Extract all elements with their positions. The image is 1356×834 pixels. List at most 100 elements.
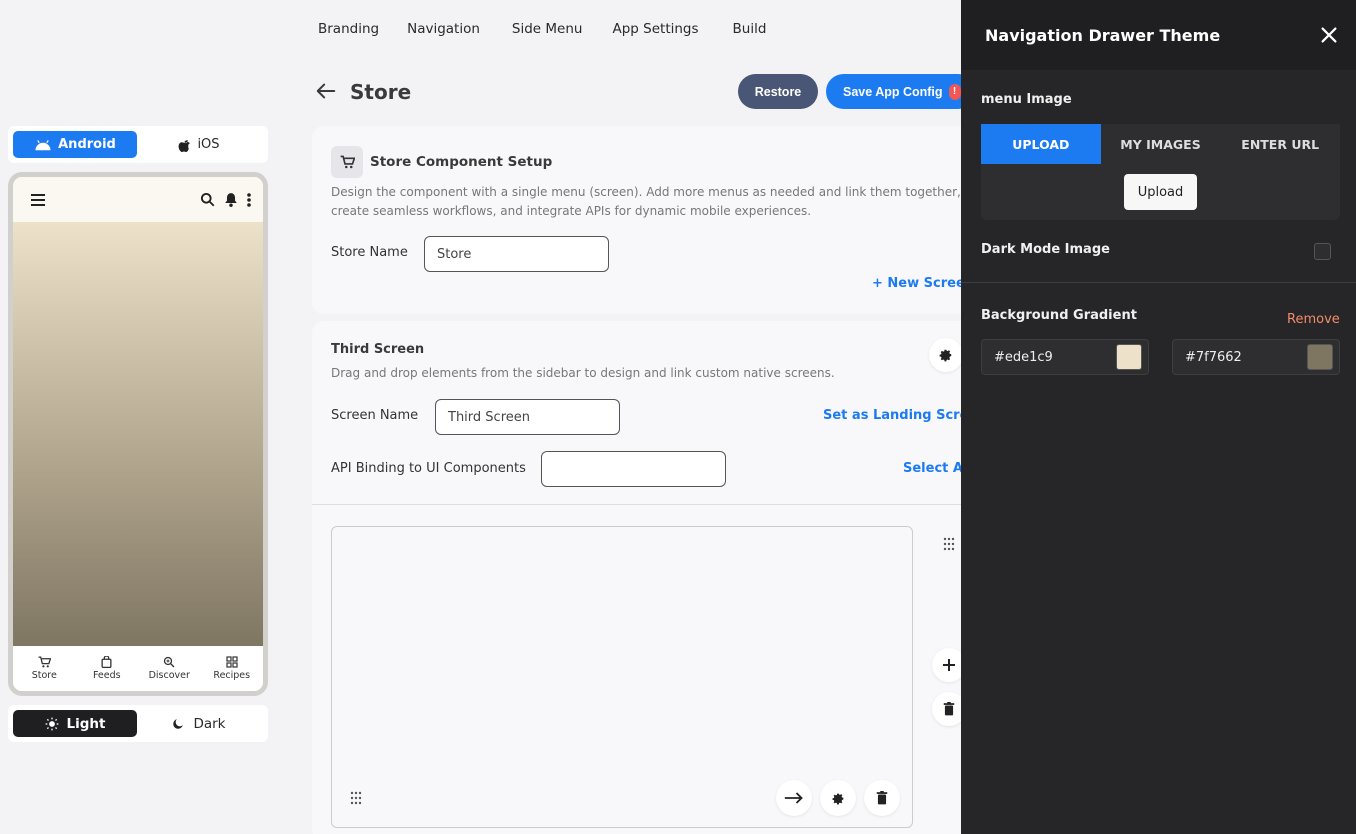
gear-icon	[939, 349, 952, 362]
color-start-value: #ede1c9	[994, 349, 1053, 365]
store-card-desc-1: Design the component with a single menu …	[331, 185, 961, 199]
sun-icon	[45, 717, 58, 730]
third-screen-card: Third Screen Drag and drop elements from…	[312, 321, 992, 834]
link-screen-button[interactable]	[776, 780, 812, 816]
drawer-header: Navigation Drawer Theme	[961, 0, 1356, 70]
page-title: Store	[350, 80, 412, 104]
background-gradient-label: Background Gradient	[981, 308, 1137, 323]
light-mode-button[interactable]: Light	[13, 710, 137, 737]
dark-label: Dark	[193, 715, 226, 732]
android-icon	[35, 139, 51, 150]
api-binding-label: API Binding to UI Components	[331, 461, 526, 476]
ios-label: iOS	[197, 137, 220, 152]
ios-button[interactable]: iOS	[137, 131, 261, 158]
arrow-right-icon	[784, 792, 803, 804]
zoom-icon	[164, 656, 175, 668]
phone-tab-label: Recipes	[213, 670, 251, 681]
nav-navigation[interactable]: Navigation	[407, 21, 480, 37]
save-label: Save App Config	[843, 84, 943, 99]
store-name-label: Store Name	[331, 245, 408, 260]
phone-tab-feeds[interactable]: Feeds	[76, 646, 139, 691]
drag-handle-icon[interactable]	[943, 537, 955, 551]
gradient-color-end-input[interactable]: #7f7662	[1172, 339, 1340, 375]
menu-image-label: menu Image	[981, 92, 1072, 107]
store-card-title: Store Component Setup	[370, 154, 553, 170]
trash-icon	[943, 702, 955, 716]
upload-area: Upload	[981, 164, 1340, 220]
trash-icon	[876, 791, 888, 805]
screen-name-label: Screen Name	[331, 408, 419, 423]
android-button[interactable]: Android	[13, 131, 137, 158]
phone-bottom-tabs: Store Feeds Discover Recipes	[13, 646, 263, 691]
api-binding-input[interactable]	[541, 451, 726, 487]
card-divider	[312, 504, 992, 505]
image-source-tabs: UPLOAD MY IMAGES ENTER URL	[981, 124, 1341, 164]
more-vertical-icon[interactable]	[247, 192, 251, 207]
dark-mode-image-checkbox[interactable]	[1314, 243, 1331, 260]
phone-tab-label: Discover	[148, 670, 190, 681]
color-end-value: #7f7662	[1185, 349, 1242, 365]
search-icon[interactable]	[200, 192, 215, 207]
platform-toggle: Android iOS	[8, 126, 268, 163]
apple-icon	[179, 139, 191, 152]
screen-name-input[interactable]: Third Screen	[435, 399, 620, 435]
nav-side-menu[interactable]: Side Menu	[512, 21, 583, 37]
screen-design-canvas[interactable]	[331, 526, 913, 828]
phone-tab-label: Store	[31, 670, 57, 681]
store-card-desc-2: create seamless workflows, and integrate…	[331, 204, 812, 218]
back-arrow-icon[interactable]	[315, 80, 337, 102]
new-screen-link[interactable]: + New Scree	[872, 276, 965, 291]
tab-enter-url[interactable]: ENTER URL	[1220, 124, 1341, 164]
moon-icon	[173, 719, 184, 729]
upload-button[interactable]: Upload	[1124, 174, 1197, 210]
restore-button[interactable]: Restore	[738, 74, 818, 109]
cart-icon	[38, 656, 51, 668]
drag-handle-icon[interactable]	[350, 791, 362, 805]
color-start-swatch[interactable]	[1116, 344, 1142, 370]
screen-card-desc: Drag and drop elements from the sidebar …	[331, 366, 835, 380]
remove-gradient-link[interactable]: Remove	[1287, 312, 1340, 327]
store-icon-box	[331, 146, 363, 178]
tab-upload[interactable]: UPLOAD	[981, 124, 1101, 164]
phone-screen-gradient	[13, 222, 263, 646]
plus-icon	[943, 659, 955, 671]
phone-tab-discover[interactable]: Discover	[138, 646, 201, 691]
dark-mode-image-label: Dark Mode Image	[981, 242, 1110, 257]
select-api-link[interactable]: Select AI	[903, 461, 968, 476]
drawer-title: Navigation Drawer Theme	[985, 25, 1221, 45]
nav-build[interactable]: Build	[733, 21, 767, 37]
nav-app-settings[interactable]: App Settings	[612, 21, 698, 37]
light-label: Light	[66, 715, 106, 732]
phone-preview: Store Feeds Discover Recipes	[8, 172, 268, 696]
dark-mode-button[interactable]: Dark	[137, 710, 261, 737]
store-component-card: Store Component Setup Design the compone…	[312, 126, 992, 314]
navigation-drawer-theme-panel: Navigation Drawer Theme menu Image UPLOA…	[961, 0, 1356, 834]
screen-settings-button[interactable]	[929, 338, 963, 372]
grid-icon	[226, 656, 238, 668]
color-end-swatch[interactable]	[1307, 344, 1333, 370]
phone-tab-label: Feeds	[92, 670, 121, 681]
bell-icon[interactable]	[224, 192, 238, 207]
store-name-input[interactable]: Store	[424, 236, 609, 272]
drawer-divider	[961, 282, 1356, 283]
theme-toggle: Light Dark	[8, 705, 268, 742]
tab-my-images[interactable]: MY IMAGES	[1100, 124, 1221, 164]
screen-card-title: Third Screen	[331, 342, 425, 357]
hamburger-menu-icon[interactable]	[31, 193, 45, 206]
phone-tab-recipes[interactable]: Recipes	[201, 646, 264, 691]
close-icon[interactable]	[1318, 24, 1340, 46]
save-badge: !	[948, 83, 961, 100]
canvas-settings-button[interactable]	[820, 780, 856, 816]
phone-tab-store[interactable]: Store	[13, 646, 76, 691]
nav-branding[interactable]: Branding	[318, 21, 379, 37]
android-label: Android	[58, 137, 116, 152]
phone-app-bar	[13, 177, 263, 222]
gradient-color-start-input[interactable]: #ede1c9	[981, 339, 1149, 375]
bag-icon	[101, 656, 112, 668]
save-app-config-button[interactable]: Save App Config!	[826, 74, 976, 109]
gear-icon	[832, 793, 843, 804]
cart-icon	[340, 155, 355, 169]
canvas-delete-button[interactable]	[864, 780, 900, 816]
top-nav: Branding Navigation Side Menu App Settin…	[318, 21, 794, 37]
set-landing-screen-link[interactable]: Set as Landing Scree	[823, 408, 977, 423]
